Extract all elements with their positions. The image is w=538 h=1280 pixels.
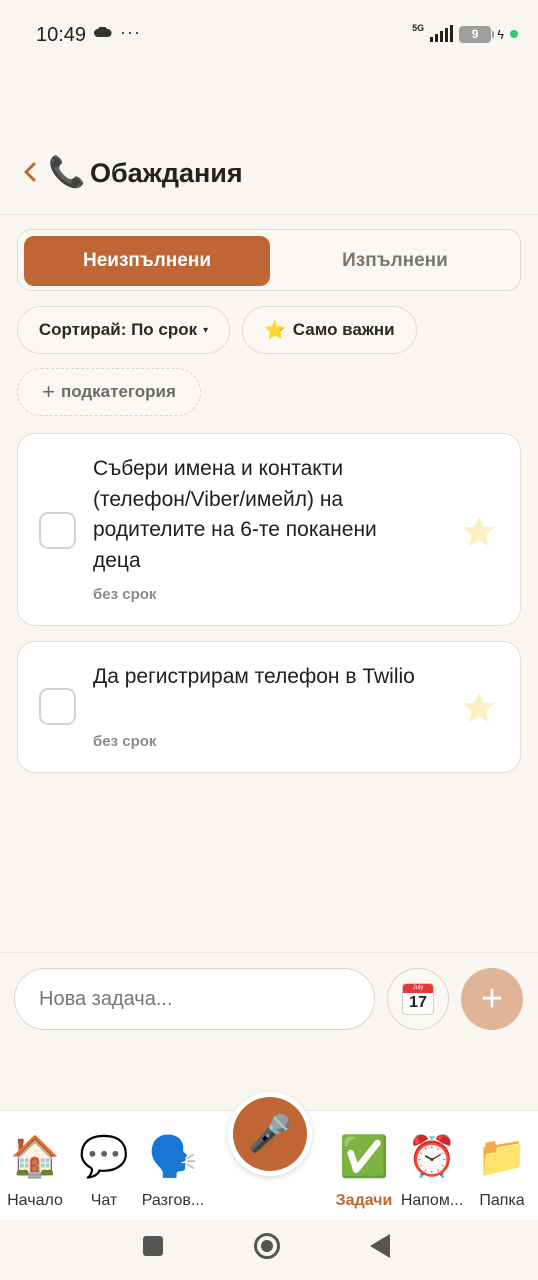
task-due-date: без срок bbox=[93, 733, 157, 750]
speaking-head-icon: 🗣️ bbox=[148, 1135, 198, 1179]
nav-label: Папка bbox=[479, 1192, 525, 1209]
nav-item-reminders[interactable]: ⏰ Напом... bbox=[392, 1131, 472, 1210]
phone-icon: 📞 bbox=[48, 156, 86, 189]
calendar-icon: July 17 bbox=[402, 983, 434, 1015]
plus-icon: + bbox=[42, 379, 55, 404]
home-circle-icon[interactable] bbox=[254, 1233, 280, 1259]
nav-item-chat[interactable]: 💬 Чат bbox=[64, 1131, 144, 1210]
status-overflow-dots: ··· bbox=[120, 22, 141, 42]
new-task-input[interactable] bbox=[14, 968, 375, 1030]
nav-label: Напом... bbox=[400, 1192, 464, 1209]
sort-button[interactable]: Сортирай: По срок ▾ bbox=[17, 306, 230, 354]
star-icon[interactable] bbox=[460, 689, 498, 727]
important-only-button[interactable]: ⭐ Само важни bbox=[242, 306, 417, 354]
voice-input-button[interactable]: 🎤 bbox=[228, 1092, 312, 1176]
tab-completed[interactable]: Изпълнени bbox=[274, 236, 516, 286]
status-tabs: Неизпълнени Изпълнени bbox=[17, 229, 521, 291]
important-only-label: Само важни bbox=[292, 320, 395, 339]
task-card[interactable]: Събери имена и контакти (телефон/Viber/и… bbox=[17, 433, 521, 626]
signal-icon bbox=[430, 25, 454, 42]
tab-pending[interactable]: Неизпълнени bbox=[24, 236, 270, 286]
status-bar: 10:49 ··· 5G 9 ϟ bbox=[0, 0, 538, 70]
network-type: 5G bbox=[412, 23, 425, 33]
nav-item-conversations[interactable]: 🗣️ Разгов... bbox=[133, 1131, 213, 1210]
calendar-day: 17 bbox=[409, 994, 427, 1011]
microphone-icon: 🎤 bbox=[247, 1113, 293, 1154]
back-triangle-icon[interactable] bbox=[370, 1234, 390, 1258]
status-right: 5G 9 ϟ bbox=[412, 23, 518, 44]
charging-icon: ϟ bbox=[497, 26, 504, 42]
nav-item-folder[interactable]: 📁 Папка bbox=[462, 1131, 538, 1210]
mic-button-inner: 🎤 bbox=[233, 1097, 307, 1171]
add-task-button[interactable]: + bbox=[461, 968, 523, 1030]
star-icon: ⭐ bbox=[264, 319, 287, 340]
page-title: Обаждания bbox=[90, 158, 243, 188]
task-text: Да регистрирам телефон в Twilio bbox=[93, 665, 415, 688]
battery-icon: 9 bbox=[459, 25, 495, 43]
due-date-button[interactable]: July 17 bbox=[387, 968, 449, 1030]
status-time: 10:49 bbox=[36, 24, 87, 46]
composer-divider bbox=[0, 952, 538, 953]
task-text: Събери имена и контакти (телефон/Viber/и… bbox=[93, 457, 377, 572]
caret-down-icon: ▾ bbox=[203, 324, 209, 336]
star-icon[interactable] bbox=[460, 513, 498, 551]
task-due-date: без срок bbox=[93, 586, 157, 603]
add-subcategory-button[interactable]: + подкатегория bbox=[17, 368, 201, 416]
task-checkbox[interactable] bbox=[39, 512, 76, 549]
cloud-icon bbox=[94, 27, 112, 37]
header-divider bbox=[0, 214, 538, 215]
nav-label: Разгов... bbox=[141, 1192, 205, 1209]
recents-icon[interactable] bbox=[143, 1236, 163, 1256]
battery-level: 9 bbox=[471, 27, 479, 41]
page-header: 📞 Обаждания bbox=[0, 150, 538, 196]
privacy-indicator-dot bbox=[510, 30, 518, 38]
calendar-month: July bbox=[403, 984, 433, 993]
sort-label: Сортирай: По срок bbox=[38, 320, 198, 339]
task-checkbox[interactable] bbox=[39, 688, 76, 725]
plus-icon: + bbox=[480, 978, 504, 1020]
nav-label: Чат bbox=[90, 1192, 118, 1209]
system-nav-bar bbox=[0, 1220, 538, 1280]
folder-icon: 📁 bbox=[477, 1135, 527, 1179]
alarm-clock-icon: ⏰ bbox=[407, 1135, 457, 1179]
chat-bubble-icon: 💬 bbox=[79, 1135, 129, 1179]
task-card[interactable]: Да регистрирам телефон в Twilio без срок bbox=[17, 641, 521, 773]
chevron-left-icon[interactable] bbox=[22, 158, 38, 186]
add-subcategory-label: подкатегория bbox=[60, 382, 176, 401]
